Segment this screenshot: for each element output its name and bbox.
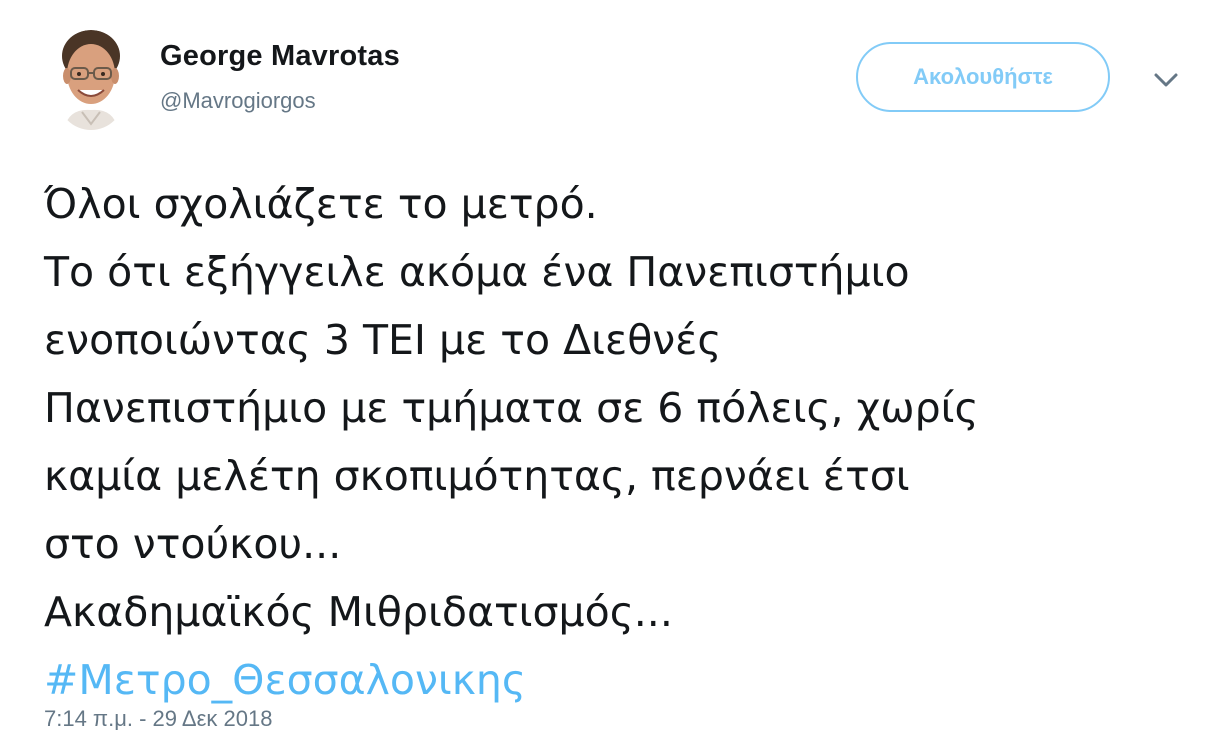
tweet-timestamp[interactable]: 7:14 π.μ. - 29 Δεκ 2018 [44,706,273,732]
author-name[interactable]: George Mavrotas [160,40,400,73]
tweet-text-line: ενοποιώντας 3 ΤΕΙ με το Διεθνές [44,316,722,364]
tweet-text-line: Ακαδημαϊκός Μιθριδατισμός... [44,588,673,636]
avatar[interactable] [58,30,124,130]
hashtag-link[interactable]: #Μετρο_Θεσσαλονικης [44,646,1204,714]
tweet-text-line: καμία μελέτη σκοπιμότητας, περνάει έτσι [44,452,910,500]
author-handle[interactable]: @Mavrogiorgos [160,88,316,114]
chevron-down-icon[interactable] [1148,66,1184,94]
tweet-text-line: στο ντούκου... [44,520,342,568]
follow-button[interactable]: Ακολουθήστε [856,42,1110,112]
tweet-text-line: Πανεπιστήμιο με τμήματα σε 6 πόλεις, χωρ… [44,384,979,432]
tweet-text: Όλοι σχολιάζετε το μετρό. Το ότι εξήγγει… [44,170,1204,714]
tweet-card: George Mavrotas @Mavrogiorgos Ακολουθήστ… [0,0,1222,754]
tweet-text-line: Το ότι εξήγγειλε ακόμα ένα Πανεπιστήμιο [44,248,910,296]
tweet-text-line: Όλοι σχολιάζετε το μετρό. [44,180,598,228]
profile-photo-icon [58,30,124,130]
